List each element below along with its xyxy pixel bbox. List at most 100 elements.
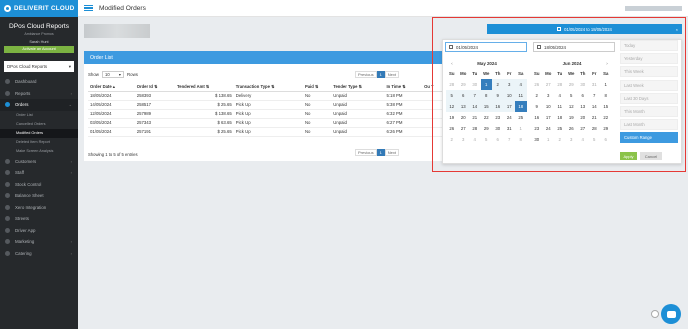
calendar-day[interactable]: 4 <box>469 134 481 145</box>
column-header-order-id[interactable]: Order Id ⇅ <box>134 82 176 92</box>
calendar-day[interactable]: 14 <box>589 101 601 112</box>
close-icon[interactable]: × <box>676 27 678 32</box>
range-last-30-days[interactable]: Last 30 Days <box>620 92 678 104</box>
calendar-day[interactable]: 26 <box>531 79 543 90</box>
sidebar-item-stock-control[interactable]: Stock Control <box>0 179 78 191</box>
calendar-day[interactable]: 7 <box>469 90 481 101</box>
calendar-day[interactable]: 13 <box>577 101 589 112</box>
calendar-day[interactable]: 20 <box>577 112 589 123</box>
calendar-day[interactable]: 24 <box>543 123 555 134</box>
start-date-input[interactable]: 01/05/2024 <box>445 42 527 52</box>
chevron-right-icon[interactable]: › <box>603 61 611 66</box>
calendar-day[interactable]: 16 <box>492 101 504 112</box>
store-select[interactable]: DPos Cloud Reports ▾ <box>4 61 74 72</box>
page-1-button[interactable]: 1 <box>376 71 385 78</box>
calendar-day[interactable]: 6 <box>457 90 469 101</box>
range-this-month[interactable]: This Month <box>620 105 678 117</box>
calendar-day[interactable]: 8 <box>600 90 612 101</box>
calendar-day[interactable]: 17 <box>503 101 515 112</box>
calendar-day[interactable]: 10 <box>503 90 515 101</box>
calendar-day[interactable]: 28 <box>469 123 481 134</box>
calendar-day[interactable]: 25 <box>554 123 566 134</box>
calendar-day[interactable]: 1 <box>515 123 527 134</box>
calendar-day[interactable]: 30 <box>492 123 504 134</box>
help-icon[interactable] <box>651 310 659 318</box>
range-today[interactable]: Today <box>620 40 678 51</box>
calendar-day[interactable]: 2 <box>492 79 504 90</box>
column-header-tendered-amt[interactable]: Tendered Amt ⇅ <box>175 82 234 92</box>
cancel-button[interactable]: Cancel <box>640 152 662 160</box>
next-page-button[interactable]: Next <box>384 149 400 156</box>
calendar-day[interactable]: 2 <box>446 134 458 145</box>
calendar-day[interactable]: 1 <box>543 134 555 145</box>
calendar-day[interactable]: 5 <box>446 90 458 101</box>
calendar-day[interactable]: 4 <box>515 79 527 90</box>
previous-page-button[interactable]: Previous <box>355 149 377 156</box>
brand-header[interactable]: DELIVERIT CLOUD <box>0 0 78 17</box>
calendar-day[interactable]: 9 <box>531 101 543 112</box>
calendar-day[interactable]: 25 <box>515 112 527 123</box>
rows-select[interactable]: 10 ▾ <box>101 71 124 78</box>
calendar-day[interactable]: 15 <box>480 101 492 112</box>
end-date-input[interactable]: 18/05/2024 <box>533 42 615 52</box>
column-header-tender-type[interactable]: Tender Type ⇅ <box>331 82 385 92</box>
calendar-day[interactable]: 21 <box>589 112 601 123</box>
calendar-day[interactable]: 23 <box>531 123 543 134</box>
calendar-day[interactable]: 12 <box>566 101 578 112</box>
calendar-day[interactable]: 22 <box>481 112 493 123</box>
calendar-day[interactable]: 28 <box>554 79 566 90</box>
previous-page-button[interactable]: Previous <box>355 71 377 78</box>
calendar-day[interactable]: 27 <box>577 123 589 134</box>
chat-button[interactable] <box>661 304 681 324</box>
sidebar-subitem-order-list[interactable]: Order List <box>0 111 78 120</box>
calendar-day[interactable]: 12 <box>446 101 458 112</box>
column-header-transaction-type[interactable]: Transaction Type ⇅ <box>233 82 303 92</box>
calendar-day[interactable]: 26 <box>566 123 578 134</box>
calendar-day[interactable]: 24 <box>504 112 516 123</box>
calendar-day[interactable]: 29 <box>481 123 493 134</box>
calendar-day[interactable]: 15 <box>600 101 612 112</box>
page-1-button[interactable]: 1 <box>376 149 385 156</box>
column-header-paid[interactable]: Paid ⇅ <box>302 82 332 92</box>
calendar-day[interactable]: 3 <box>543 90 555 101</box>
table-row[interactable]: 03/05/2024 257343 $ 63.65 Pick Up No Unpaid 6:… <box>88 118 444 128</box>
calendar-day[interactable]: 14 <box>469 101 481 112</box>
calendar-day[interactable]: 16 <box>531 112 543 123</box>
column-header-in-time[interactable]: In Time ⇅ <box>384 82 423 92</box>
sidebar-item-driver-app[interactable]: Driver App <box>0 225 78 237</box>
sidebar-item-customers[interactable]: Customers › <box>0 156 78 168</box>
calendar-day[interactable]: 30 <box>469 79 481 90</box>
sidebar-item-catering[interactable]: Catering › <box>0 248 78 260</box>
calendar-day[interactable]: 20 <box>458 112 470 123</box>
calendar-day[interactable]: 6 <box>577 90 589 101</box>
calendar-day[interactable]: 2 <box>531 90 543 101</box>
calendar-day[interactable]: 9 <box>492 90 504 101</box>
calendar-day[interactable]: 3 <box>503 79 515 90</box>
calendar-day[interactable]: 31 <box>589 79 601 90</box>
user-menu[interactable] <box>625 6 682 11</box>
calendar-day[interactable]: 8 <box>515 134 527 145</box>
calendar-day[interactable]: 18 <box>554 112 566 123</box>
calendar-day[interactable]: 17 <box>543 112 555 123</box>
sidebar-item-orders[interactable]: Orders ⌄ <box>0 99 78 111</box>
sidebar-item-dashboard[interactable]: Dashboard <box>0 76 78 88</box>
sidebar-item-marketing[interactable]: Marketing › <box>0 236 78 248</box>
calendar-day[interactable]: 22 <box>600 112 612 123</box>
calendar-day[interactable]: 28 <box>589 123 601 134</box>
calendar-day[interactable]: 23 <box>492 112 504 123</box>
calendar-day[interactable]: 29 <box>566 79 578 90</box>
calendar-day[interactable]: 30 <box>577 79 589 90</box>
range-last-week[interactable]: Last Week <box>620 79 678 91</box>
sidebar-subitem-modified-orders[interactable]: Modified Orders <box>0 128 78 138</box>
calendar-day[interactable]: 13 <box>457 101 469 112</box>
calendar-day[interactable]: 8 <box>480 90 492 101</box>
chevron-left-icon[interactable]: ‹ <box>448 61 456 66</box>
calendar-day[interactable]: 7 <box>504 134 516 145</box>
calendar-day[interactable]: 4 <box>554 90 566 101</box>
calendar-day[interactable]: 31 <box>504 123 516 134</box>
table-row[interactable]: 18/05/2024 258393 $ 138.65 Delivery No Unpaid… <box>88 91 444 101</box>
next-page-button[interactable]: Next <box>384 71 400 78</box>
apply-button[interactable]: Apply <box>620 152 637 160</box>
calendar-day[interactable]: 19 <box>566 112 578 123</box>
range-custom-range[interactable]: Custom Range <box>620 132 678 144</box>
